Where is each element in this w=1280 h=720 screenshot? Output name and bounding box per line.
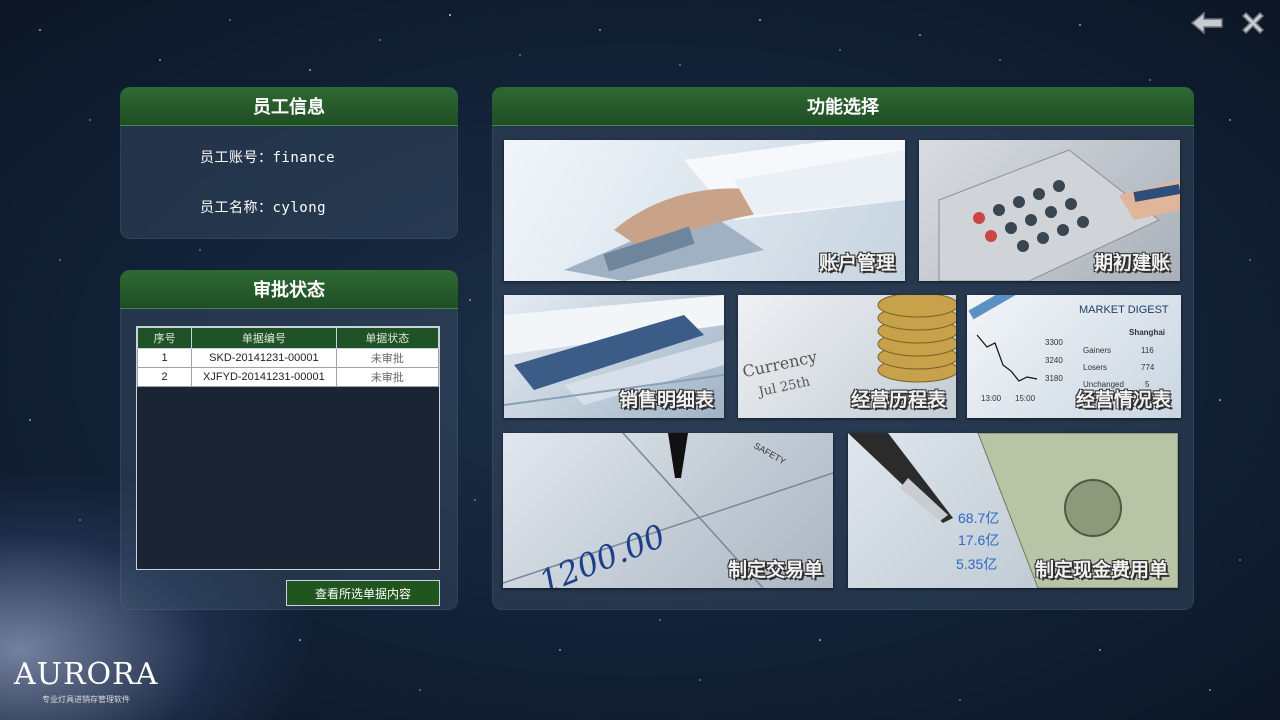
tile-account-management[interactable]: 账户管理 bbox=[504, 140, 905, 281]
column-header-no: 序号 bbox=[136, 327, 193, 349]
function-select-title: 功能选择 bbox=[492, 87, 1194, 126]
back-button[interactable] bbox=[1190, 6, 1224, 40]
ledger-value: 17.6亿 bbox=[958, 532, 999, 548]
approval-table: 序号 单据编号 单据状态 1 SKD-20141231-00001 未审批 2 … bbox=[136, 327, 440, 387]
y-tick: 3300 bbox=[1045, 338, 1063, 347]
approval-status-title: 审批状态 bbox=[120, 270, 458, 309]
approval-table-container: 序号 单据编号 单据状态 1 SKD-20141231-00001 未审批 2 … bbox=[136, 326, 440, 570]
row-no: 2 bbox=[136, 367, 193, 387]
tile-sales-detail[interactable]: 销售明细表 bbox=[504, 295, 724, 418]
tile-business-history[interactable]: Currency Jul 25th 经营历程表 bbox=[738, 295, 956, 418]
employee-name: 员工名称：cylong bbox=[200, 200, 327, 216]
market-title: MARKET DIGEST bbox=[1079, 304, 1169, 316]
ledger-value: 5.35亿 bbox=[956, 556, 997, 572]
market-row-label: Losers bbox=[1083, 363, 1107, 372]
table-row[interactable]: 2 XJFYD-20141231-00001 未审批 bbox=[136, 367, 440, 387]
function-select-panel: 功能选择 账户管理 期初建账 销售明细表 Currency Jul 25th 经… bbox=[492, 87, 1194, 610]
tile-label: 制定现金费用单 bbox=[1034, 559, 1168, 581]
approval-status-panel: 审批状态 序号 单据编号 单据状态 1 SKD-20141231-00001 未… bbox=[120, 270, 458, 610]
row-no: 1 bbox=[136, 348, 193, 368]
row-status: 未审批 bbox=[335, 348, 440, 368]
market-row-value: 116 bbox=[1141, 346, 1154, 355]
close-icon bbox=[1241, 11, 1265, 35]
market-row-value: 774 bbox=[1141, 363, 1155, 372]
tile-opening-accounts[interactable]: 期初建账 bbox=[919, 140, 1180, 281]
tile-business-situation[interactable]: MARKET DIGEST Shanghai Gainers 116 Loser… bbox=[967, 295, 1181, 418]
check-amount: 1200.00 bbox=[534, 517, 671, 588]
tile-label: 经营情况表 bbox=[1075, 389, 1171, 411]
tile-label: 账户管理 bbox=[818, 252, 895, 274]
safety-text: SAFETY bbox=[752, 440, 787, 466]
x-tick: 15:00 bbox=[1015, 394, 1036, 403]
row-status: 未审批 bbox=[335, 367, 440, 387]
row-code: XJFYD-20141231-00001 bbox=[191, 367, 337, 387]
market-city: Shanghai bbox=[1129, 328, 1165, 337]
ledger-value: 68.7亿 bbox=[958, 510, 999, 526]
tile-make-transaction[interactable]: 1200.00 SAFETY 制定交易单 bbox=[503, 433, 833, 588]
column-header-status: 单据状态 bbox=[335, 327, 440, 349]
x-tick: 13:00 bbox=[981, 394, 1002, 403]
tile-label: 销售明细表 bbox=[618, 389, 714, 411]
tile-make-cash-expense[interactable]: 68.7亿 17.6亿 5.35亿 制定现金费用单 bbox=[848, 433, 1178, 588]
row-code: SKD-20141231-00001 bbox=[191, 348, 337, 368]
date-text: Jul 25th bbox=[755, 374, 812, 400]
market-row-label: Gainers bbox=[1083, 346, 1111, 355]
logo-tagline: 专业灯具进销存管理软件 bbox=[42, 695, 130, 704]
logo-wordmark: AURORA bbox=[14, 657, 159, 692]
back-arrow-icon bbox=[1190, 11, 1223, 35]
tile-label: 经营历程表 bbox=[850, 389, 946, 411]
view-selected-document-button[interactable]: 查看所选单据内容 bbox=[286, 580, 440, 606]
tile-label: 期初建账 bbox=[1093, 252, 1170, 274]
employee-info-title: 员工信息 bbox=[120, 87, 458, 126]
brand-logo: AURORA 专业灯具进销存管理软件 bbox=[14, 660, 158, 705]
employee-info-panel: 员工信息 员工账号：finance 员工名称：cylong bbox=[120, 87, 458, 239]
y-tick: 3240 bbox=[1045, 356, 1063, 365]
tile-label: 制定交易单 bbox=[727, 559, 823, 581]
close-button[interactable] bbox=[1236, 6, 1270, 40]
employee-account: 员工账号：finance bbox=[200, 150, 336, 166]
table-row[interactable]: 1 SKD-20141231-00001 未审批 bbox=[136, 348, 440, 368]
column-header-code: 单据编号 bbox=[191, 327, 337, 349]
y-tick: 3180 bbox=[1045, 374, 1063, 383]
